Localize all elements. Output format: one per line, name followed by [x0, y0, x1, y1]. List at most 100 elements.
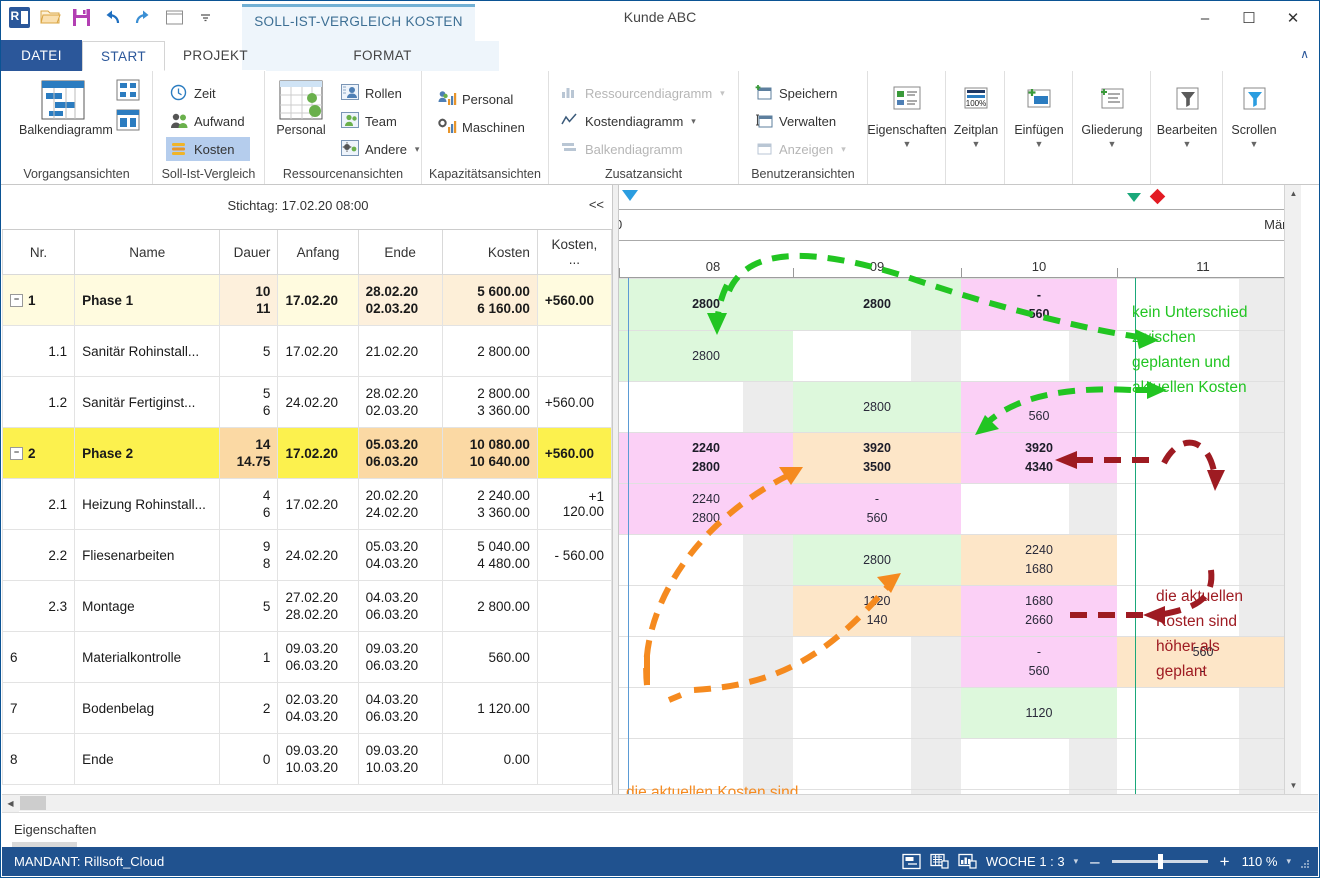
- scale-label[interactable]: WOCHE 1 : 3: [986, 854, 1065, 869]
- chart-cell-plan: 2800: [863, 552, 891, 567]
- scale-caret-icon[interactable]: ▾: [1074, 856, 1079, 867]
- kostendiagramm-button[interactable]: Kostendiagramm ▾: [557, 109, 700, 133]
- chart-cell-plan: 2240: [692, 441, 720, 455]
- vertical-scrollbar[interactable]: ▲ ▼ ▶: [1284, 185, 1301, 811]
- minimize-button[interactable]: –: [1183, 3, 1227, 33]
- row-expander[interactable]: −: [10, 447, 23, 461]
- cell-kosten-diff: [536, 631, 613, 683]
- maximize-button[interactable]: ☐: [1227, 3, 1271, 33]
- chart-cell-plan: 3920: [1025, 441, 1053, 455]
- tab-projekt[interactable]: PROJEKT: [165, 41, 266, 71]
- scroll-up-button[interactable]: ▲: [1285, 185, 1301, 202]
- row-nr: 1: [28, 292, 36, 308]
- ribbon-group-gliederung: Gliederung ▼: [1073, 71, 1151, 184]
- cell-ende: 09.03.20 10.03.20: [357, 733, 443, 785]
- balkendiagramm-button[interactable]: Balkendiagramm: [19, 77, 113, 137]
- zoom-slider-thumb[interactable]: [1157, 854, 1163, 869]
- table-row[interactable]: −1 Phase 1 10 11 17.02.20 28.02.20 02.03.2…: [1, 274, 613, 326]
- table-row[interactable]: 8 Ende 0 09.03.20 10.03.20 09.03.20 10.03.…: [1, 733, 613, 785]
- table-view-button[interactable]: [116, 109, 140, 133]
- table-row[interactable]: 1.1 Sanitär Rohinstall... 5 17.02.20 21.…: [1, 325, 613, 377]
- cell-anfang: 17.02.20: [277, 427, 359, 479]
- aufwand-button[interactable]: Aufwand: [166, 109, 249, 133]
- cell-kosten-diff: +560.00: [536, 274, 613, 326]
- close-button[interactable]: ✕: [1271, 3, 1315, 33]
- tab-start[interactable]: START: [82, 41, 166, 71]
- ressourcendiagramm-caret-icon[interactable]: ▾: [720, 88, 725, 99]
- line-chart-icon: [561, 112, 579, 130]
- split-view-icon[interactable]: [902, 853, 921, 870]
- maschinen-button[interactable]: Maschinen: [434, 115, 529, 139]
- zeit-button[interactable]: Zeit: [166, 81, 220, 105]
- zoom-in-button[interactable]: +: [1217, 852, 1233, 872]
- cell-ende: 20.02.20 24.02.20: [357, 478, 443, 530]
- cell-kosten: 5 600.00 6 160.00: [441, 274, 538, 326]
- ressourcendiagramm-label: Ressourcendiagramm: [585, 85, 713, 101]
- scrollen-caret-icon[interactable]: ▼: [1210, 137, 1298, 151]
- zoom-out-button[interactable]: –: [1087, 852, 1102, 872]
- col-header-anfang[interactable]: Anfang: [277, 230, 359, 275]
- properties-tab-label[interactable]: Eigenschaften: [14, 822, 96, 837]
- table-row[interactable]: 6 Materialkontrolle 1 09.03.20 06.03.20 0…: [1, 631, 613, 683]
- tab-datei[interactable]: DATEI: [1, 40, 82, 71]
- cell-dauer: 10 11: [219, 274, 279, 326]
- col-header-ende[interactable]: Ende: [357, 230, 443, 275]
- chart-view-icon[interactable]: [958, 853, 977, 870]
- scroll-down-button[interactable]: ▼: [1285, 777, 1301, 794]
- resize-grip-icon[interactable]: [1300, 857, 1310, 868]
- kostendiagramm-caret-icon[interactable]: ▾: [691, 116, 696, 127]
- table-row[interactable]: 1.2 Sanitär Fertiginst... 56 24.02.20 28…: [1, 376, 613, 428]
- cell-ende: 28.02.20 02.03.20: [357, 274, 443, 326]
- andere-button[interactable]: Andere ▾: [337, 137, 423, 161]
- network-diagram-icon: [116, 79, 140, 104]
- zoom-slider[interactable]: [1111, 854, 1208, 869]
- scrollen-menu-button[interactable]: Scrollen ▼: [1210, 77, 1298, 151]
- personal-resource-button[interactable]: Personal: [265, 77, 337, 137]
- kosten-button[interactable]: Kosten: [166, 137, 250, 161]
- team-button[interactable]: Team: [337, 109, 401, 133]
- table-row[interactable]: 7 Bodenbelag 2 02.03.20 04.03.20 04.03.20…: [1, 682, 613, 734]
- zoom-caret-icon[interactable]: ▾: [1286, 856, 1291, 867]
- col-header-dauer[interactable]: Dauer: [219, 230, 279, 275]
- table-row[interactable]: −2 Phase 2 14 14.75 17.02.20 05.03.20 06.0…: [1, 427, 613, 479]
- horizontal-scrollbar[interactable]: ◀: [2, 794, 1318, 812]
- col-header-kosten-diff[interactable]: Kosten, ...: [536, 230, 613, 275]
- speichern-view-button[interactable]: Speichern: [751, 81, 842, 105]
- project-start-marker-icon: [622, 190, 638, 201]
- row-expander[interactable]: −: [10, 294, 23, 308]
- calendar-view-icon[interactable]: [930, 853, 949, 870]
- rollen-button[interactable]: Rollen: [337, 81, 406, 105]
- network-diagram-button[interactable]: [116, 79, 140, 103]
- table-row[interactable]: 2.1 Heizung Rohinstall... 46 17.02.20 20…: [1, 478, 613, 530]
- col-header-name[interactable]: Name: [74, 230, 221, 275]
- tab-format[interactable]: FORMAT: [266, 41, 500, 71]
- verwalten-view-button[interactable]: Verwalten: [751, 109, 840, 133]
- group-label-ressourcenansichten: Ressourcenansichten: [282, 167, 404, 181]
- people-icon: [170, 112, 188, 130]
- zeit-label: Zeit: [194, 85, 216, 101]
- andere-caret-icon[interactable]: ▾: [415, 144, 420, 155]
- chart-cell-plan: 2240: [692, 492, 720, 506]
- scroll-left-button[interactable]: ◀: [2, 795, 19, 812]
- anzeigen-caret-icon[interactable]: ▾: [841, 144, 846, 155]
- collapse-panel-button[interactable]: <<: [589, 197, 604, 212]
- cell-dauer: 1: [219, 631, 279, 683]
- cell-ende: 05.03.20 06.03.20: [357, 427, 443, 479]
- aufwand-label: Aufwand: [194, 113, 245, 129]
- balkendiagramm-zusatz-button[interactable]: Balkendiagramm: [557, 137, 687, 161]
- project-end-marker-icon: [1149, 188, 1166, 205]
- collapse-ribbon-button[interactable]: ∧: [1300, 47, 1309, 61]
- chart-cell: 2800: [793, 279, 961, 330]
- panel-splitter[interactable]: [612, 185, 619, 811]
- anzeigen-view-button[interactable]: Anzeigen ▾: [751, 137, 850, 161]
- col-header-kosten[interactable]: Kosten: [441, 230, 538, 275]
- col-header-nr[interactable]: Nr.: [1, 230, 76, 275]
- chart-cell: 3920 3500: [793, 433, 961, 483]
- table-row[interactable]: 2.2 Fliesenarbeiten 98 24.02.20 05.03.20…: [1, 529, 613, 581]
- personal-capacity-button[interactable]: Personal: [434, 87, 517, 111]
- chart-cell: 2240 1680: [961, 535, 1117, 585]
- scroll-thumb[interactable]: [20, 796, 46, 810]
- table-row[interactable]: 2.3 Montage 5 27.02.20 28.02.20 04.03.20 0…: [1, 580, 613, 632]
- cell-nr: 8: [1, 733, 76, 785]
- ressourcendiagramm-button[interactable]: Ressourcendiagramm ▾: [557, 81, 729, 105]
